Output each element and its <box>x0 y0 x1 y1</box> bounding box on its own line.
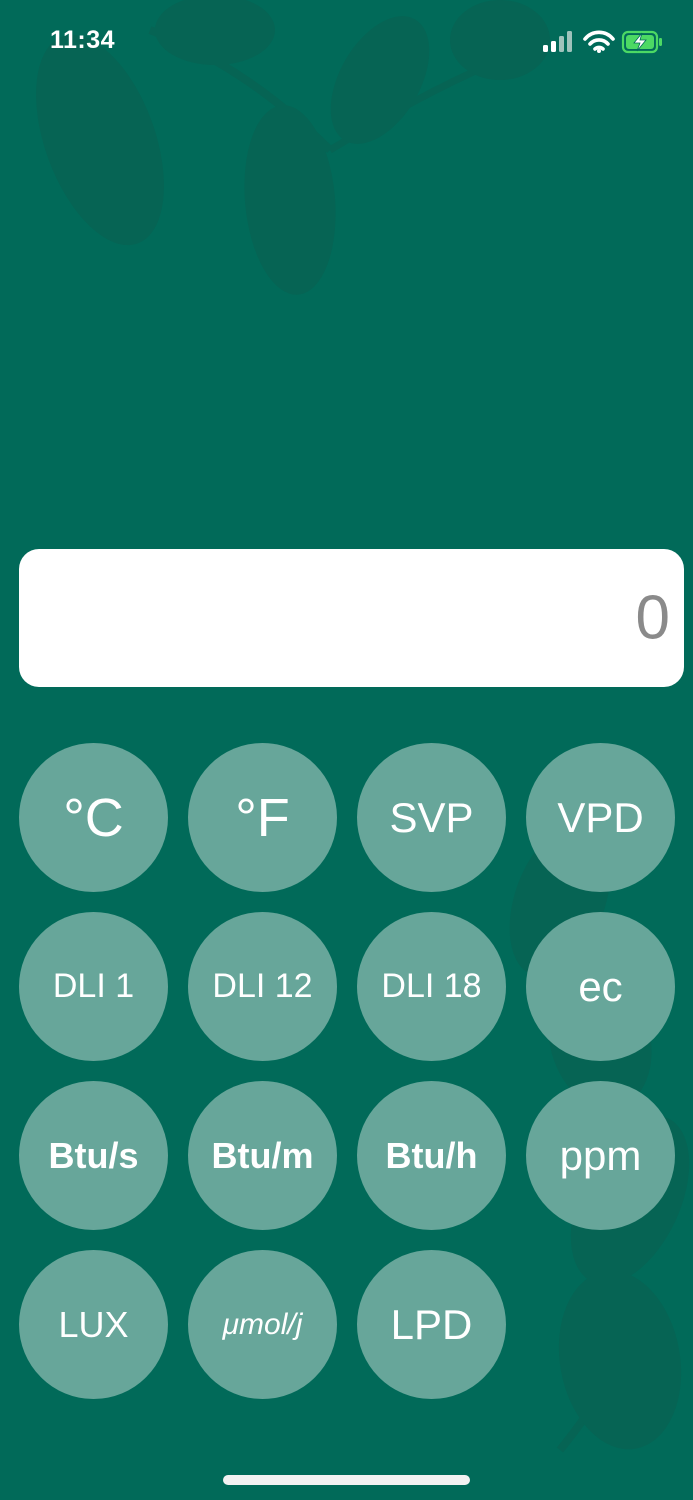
btu-per-hour-button[interactable]: Btu/h <box>357 1081 506 1230</box>
status-time: 11:34 <box>50 26 116 54</box>
btu-per-second-button[interactable]: Btu/s <box>19 1081 168 1230</box>
result-display: 0 <box>19 549 684 687</box>
btu-per-minute-button[interactable]: Btu/m <box>188 1081 337 1230</box>
dli-1-button[interactable]: DLI 1 <box>19 912 168 1061</box>
lux-button[interactable]: LUX <box>19 1250 168 1399</box>
lpd-button[interactable]: LPD <box>357 1250 506 1399</box>
status-icons <box>543 30 663 54</box>
home-indicator[interactable] <box>223 1475 470 1485</box>
dli-12-button[interactable]: DLI 12 <box>188 912 337 1061</box>
keypad-row: Btu/s Btu/m Btu/h ppm <box>19 1081 679 1230</box>
fahrenheit-button[interactable]: °F <box>188 743 337 892</box>
dli-18-button[interactable]: DLI 18 <box>357 912 506 1061</box>
ec-button[interactable]: ec <box>526 912 675 1061</box>
svp-button[interactable]: SVP <box>357 743 506 892</box>
ppm-button[interactable]: ppm <box>526 1081 675 1230</box>
battery-charging-icon <box>621 30 662 54</box>
keypad-row: °C °F SVP VPD <box>19 743 679 892</box>
umol-per-joule-button[interactable]: μmol/j <box>188 1250 337 1399</box>
status-bar: 11:34 <box>0 0 693 84</box>
display-value: 0 <box>635 583 670 653</box>
wifi-icon <box>583 30 615 53</box>
celsius-button[interactable]: °C <box>19 743 168 892</box>
keypad-row: LUX μmol/j LPD <box>19 1250 679 1399</box>
keypad-row: DLI 1 DLI 12 DLI 18 ec <box>19 912 679 1061</box>
cellular-signal-icon <box>543 31 572 52</box>
keypad: °C °F SVP VPD DLI 1 DLI 12 DLI 18 ec Btu… <box>19 743 679 1419</box>
vpd-button[interactable]: VPD <box>526 743 675 892</box>
